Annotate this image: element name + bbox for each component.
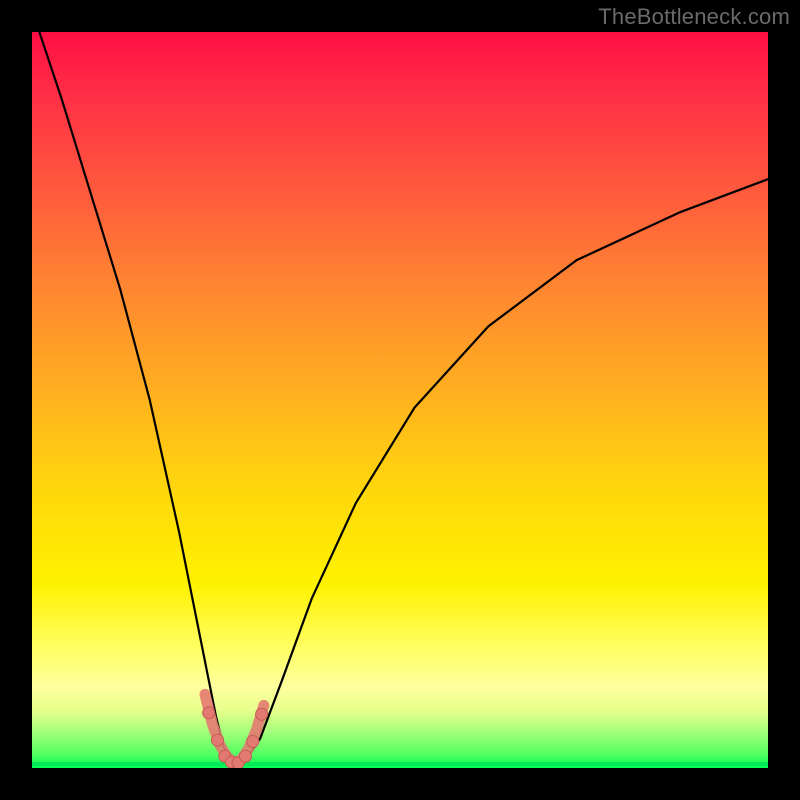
- watermark-text: TheBottleneck.com: [598, 4, 790, 30]
- trough-point: [211, 734, 223, 746]
- bottleneck-curve: [32, 32, 768, 764]
- trough-point: [247, 736, 259, 748]
- curve-layer: [32, 32, 768, 768]
- trough-point: [203, 707, 215, 719]
- trough-point: [256, 708, 268, 720]
- plot-area: [32, 32, 768, 768]
- trough-point: [239, 750, 251, 762]
- chart-frame: TheBottleneck.com: [0, 0, 800, 800]
